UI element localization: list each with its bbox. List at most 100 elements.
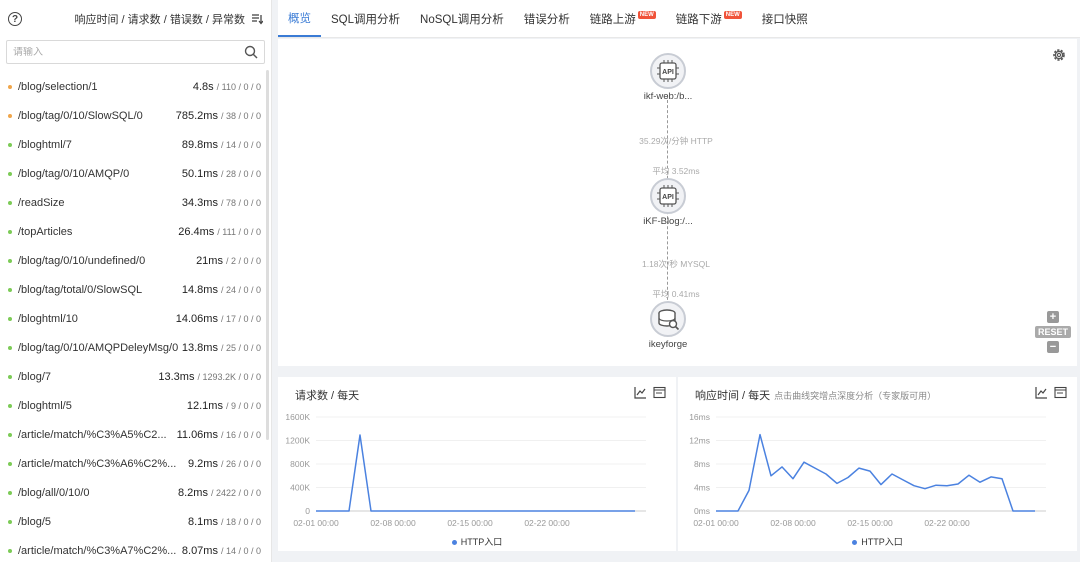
y-tick-label: 0ms (694, 506, 710, 516)
legend-dot (852, 540, 858, 546)
endpoint-row[interactable]: /blog/tag/0/10/AMQPDeleyMsg/0 13.8ms/ 25 … (0, 333, 271, 362)
help-icon[interactable]: ? (8, 12, 22, 26)
status-dot (8, 171, 12, 176)
status-dot (8, 490, 12, 495)
node-label: ikeyforge (648, 339, 688, 350)
endpoint-response-time: 785.2ms (175, 109, 218, 122)
y-tick-label: 800K (290, 459, 310, 469)
x-tick-label: 02-08 00:00 (770, 518, 816, 528)
topology-node-database[interactable]: ikeyforge (618, 301, 718, 350)
endpoint-counts: / 14 / 0 / 0 (220, 545, 261, 556)
search-input[interactable] (13, 46, 244, 58)
gear-icon[interactable] (1051, 47, 1067, 63)
status-dot (8, 142, 12, 147)
series-line (316, 434, 635, 512)
endpoint-name: /blog/tag/0/10/SlowSQL/0 (18, 109, 143, 122)
endpoint-row[interactable]: /blog/tag/0/10/undefined/0 21ms/ 2 / 0 / … (0, 246, 271, 275)
search-icon[interactable] (244, 45, 258, 59)
tab-5[interactable]: 链路下游 NEW (666, 0, 752, 37)
endpoint-row[interactable]: /blog/all/0/10/0 8.2ms/ 2422 / 0 / 0 (0, 478, 271, 507)
endpoint-panel: ? 响应时间 / 请求数 / 错误数 / 异常数 /blog/selection… (0, 0, 272, 562)
reset-button[interactable]: RESET (1034, 326, 1071, 338)
requests-chart[interactable]: 0 400K 800K 1200K 1600K 02-01 00:00 02-08 00:0… (278, 377, 676, 551)
table-view-icon[interactable] (1054, 386, 1067, 399)
column-labels[interactable]: 响应时间 / 请求数 / 错误数 / 异常数 (74, 11, 245, 27)
y-tick-label: 0 (305, 506, 310, 516)
endpoint-name: /article/match/%C3%A5%C2... (18, 428, 167, 441)
endpoint-list-scrollbar[interactable] (266, 70, 269, 440)
api-chip-icon: API (657, 185, 679, 207)
zoom-controls: + RESET − (1034, 311, 1071, 353)
tab-3[interactable]: 错误分析 (514, 0, 580, 37)
endpoint-name: /blog/tag/0/10/AMQPDeleyMsg/0 (18, 341, 178, 354)
x-tick-label: 02-08 00:00 (370, 518, 416, 528)
endpoint-counts: / 1293.2K / 0 / 0 (197, 371, 261, 382)
endpoint-counts: / 24 / 0 / 0 (220, 284, 261, 295)
endpoint-row[interactable]: /blog/tag/total/0/SlowSQL 14.8ms/ 24 / 0 … (0, 275, 271, 304)
endpoint-row[interactable]: /topArticles 26.4ms/ 111 / 0 / 0 (0, 217, 271, 246)
zoom-in-button[interactable]: + (1046, 311, 1059, 323)
x-tick-label: 02-22 00:00 (524, 518, 570, 528)
endpoint-name: /readSize (18, 196, 65, 209)
x-tick-label: 02-15 00:00 (447, 518, 493, 528)
endpoint-row[interactable]: /blog/7 13.3ms/ 1293.2K / 0 / 0 (0, 362, 271, 391)
node-circle: API (650, 178, 686, 214)
node-label: iKF-Blog:/... (643, 216, 693, 227)
status-dot (8, 403, 12, 408)
sort-list-icon[interactable] (251, 13, 263, 25)
endpoint-counts: / 16 / 0 / 0 (220, 429, 261, 440)
tab-4[interactable]: 链路上游 NEW (580, 0, 666, 37)
tab-0[interactable]: 概览 (278, 0, 321, 37)
tab-label: 链路下游 (675, 13, 722, 26)
endpoint-row[interactable]: /blog/5 8.1ms/ 18 / 0 / 0 (0, 507, 271, 536)
endpoint-row[interactable]: /article/match/%C3%A6%C2%... 9.2ms/ 26 / … (0, 449, 271, 478)
response-chart-title: 响应时间 / 每天 点击曲线突增点深度分析（专家版可用） (695, 387, 936, 403)
zoom-out-button[interactable]: − (1046, 341, 1059, 353)
line-chart-icon[interactable] (634, 386, 647, 399)
topology-node-blog[interactable]: API iKF-Blog:/... (618, 178, 718, 227)
line-chart-icon[interactable] (1035, 386, 1048, 399)
endpoint-counts: / 111 / 0 / 0 (217, 226, 261, 237)
endpoint-row[interactable]: /bloghtml/10 14.06ms/ 17 / 0 / 0 (0, 304, 271, 333)
table-view-icon[interactable] (653, 386, 666, 399)
endpoint-counts: / 26 / 0 / 0 (220, 458, 261, 469)
endpoint-name: /blog/tag/total/0/SlowSQL (18, 283, 143, 296)
endpoint-row[interactable]: /article/match/%C3%A7%C2%... 8.07ms/ 14 /… (0, 536, 271, 562)
endpoint-counts: / 14 / 0 / 0 (220, 139, 261, 150)
endpoint-row[interactable]: /blog/selection/1 4.8s/ 110 / 0 / 0 (0, 72, 271, 101)
tab-6[interactable]: 接口快照 (752, 0, 818, 37)
endpoint-list: /blog/selection/1 4.8s/ 110 / 0 / 0/blog/… (0, 72, 271, 562)
endpoint-row[interactable]: /blog/tag/0/10/AMQP/0 50.1ms/ 28 / 0 / 0 (0, 159, 271, 188)
tab-label: 错误分析 (523, 13, 570, 26)
endpoint-counts: / 17 / 0 / 0 (220, 313, 261, 324)
tab-label: NoSQL调用分析 (420, 13, 504, 26)
status-dot (8, 345, 12, 350)
endpoint-counts: / 2422 / 0 / 0 (210, 487, 261, 498)
topology-node-web[interactable]: API ikf-web:/b... (618, 53, 718, 102)
chart-legend[interactable]: HTTP入口 (678, 535, 1077, 548)
y-tick-label: 8ms (694, 459, 710, 469)
chart-title-text: 响应时间 / 每天 (695, 390, 771, 402)
chart-legend[interactable]: HTTP入口 (278, 535, 676, 548)
search-box (6, 40, 265, 64)
y-tick-label: 400K (290, 483, 310, 493)
endpoint-name: /blog/tag/0/10/AMQP/0 (18, 167, 130, 180)
endpoint-row[interactable]: /readSize 34.3ms/ 78 / 0 / 0 (0, 188, 271, 217)
endpoint-response-time: 14.8ms (181, 283, 218, 296)
new-badge: NEW (637, 10, 656, 19)
status-dot (8, 258, 12, 263)
api-chip-icon: API (657, 60, 679, 82)
tab-label: 链路上游 (589, 13, 636, 26)
y-tick-label: 16ms (689, 412, 710, 422)
response-chart[interactable]: 0ms 4ms 8ms 12ms 16ms 02-01 00:00 02-08 00:00 0… (678, 377, 1077, 551)
tab-1[interactable]: SQL调用分析 (321, 0, 410, 37)
endpoint-row[interactable]: /article/match/%C3%A5%C2... 11.06ms/ 16 /… (0, 420, 271, 449)
legend-label: HTTP入口 (861, 537, 903, 547)
edge-rate-label: 1.18次/秒 MYSQL (641, 259, 711, 269)
status-dot (8, 548, 12, 553)
chart-subtitle[interactable]: 点击曲线突增点深度分析（专家版可用） (774, 391, 936, 401)
endpoint-row[interactable]: /bloghtml/5 12.1ms/ 9 / 0 / 0 (0, 391, 271, 420)
tab-2[interactable]: NoSQL调用分析 (410, 0, 514, 37)
endpoint-row[interactable]: /blog/tag/0/10/SlowSQL/0 785.2ms/ 38 / 0 … (0, 101, 271, 130)
endpoint-row[interactable]: /bloghtml/7 89.8ms/ 14 / 0 / 0 (0, 130, 271, 159)
